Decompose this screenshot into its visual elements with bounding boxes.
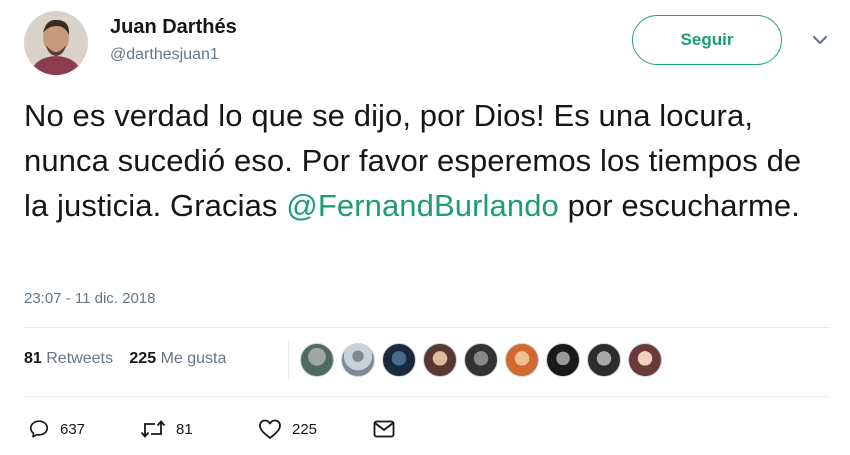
liker-avatar[interactable] <box>382 343 416 377</box>
likers-avatars <box>300 343 669 377</box>
heart-icon <box>259 419 281 439</box>
reply-icon <box>29 420 49 438</box>
likes-label: Me gusta <box>160 350 227 367</box>
message-button[interactable] <box>372 418 406 440</box>
reply-button[interactable]: 637 <box>28 418 85 440</box>
likes-count: 225 <box>129 350 157 367</box>
message-icon <box>373 420 395 438</box>
user-name[interactable]: Juan Darthés <box>110 16 237 39</box>
follow-button[interactable]: Seguir <box>632 15 782 65</box>
retweets-stat[interactable]: 81 Retweets <box>24 350 113 367</box>
retweets-label: Retweets <box>46 350 113 367</box>
divider <box>24 396 830 397</box>
divider <box>24 327 830 328</box>
liker-avatar[interactable] <box>587 343 621 377</box>
divider <box>288 340 289 380</box>
retweet-count: 81 <box>176 420 193 438</box>
retweet-icon <box>140 420 166 438</box>
reply-count: 637 <box>60 420 86 438</box>
tweet-text: No es verdad lo que se dijo, por Dios! E… <box>24 93 834 228</box>
likes-stat[interactable]: 225 Me gusta <box>129 350 226 367</box>
retweet-button[interactable]: 81 <box>140 418 193 440</box>
avatar[interactable] <box>24 11 88 75</box>
liker-avatar[interactable] <box>505 343 539 377</box>
avatar-image <box>24 11 88 75</box>
engagement-stats: 81 Retweets 225 Me gusta <box>24 350 238 368</box>
liker-avatar[interactable] <box>300 343 334 377</box>
like-count: 225 <box>292 420 318 438</box>
like-button[interactable]: 225 <box>258 418 317 440</box>
liker-avatar[interactable] <box>546 343 580 377</box>
chevron-down-icon[interactable] <box>808 33 832 49</box>
mention-link[interactable]: @FernandBurlando <box>286 188 559 223</box>
tweet-timestamp[interactable]: 23:07 - 11 dic. 2018 <box>24 290 155 307</box>
tweet-text-part: por escucharme. <box>558 188 800 223</box>
liker-avatar[interactable] <box>628 343 662 377</box>
retweets-count: 81 <box>24 350 42 367</box>
liker-avatar[interactable] <box>464 343 498 377</box>
liker-avatar[interactable] <box>423 343 457 377</box>
liker-avatar[interactable] <box>341 343 375 377</box>
user-handle[interactable]: @darthesjuan1 <box>110 46 219 64</box>
